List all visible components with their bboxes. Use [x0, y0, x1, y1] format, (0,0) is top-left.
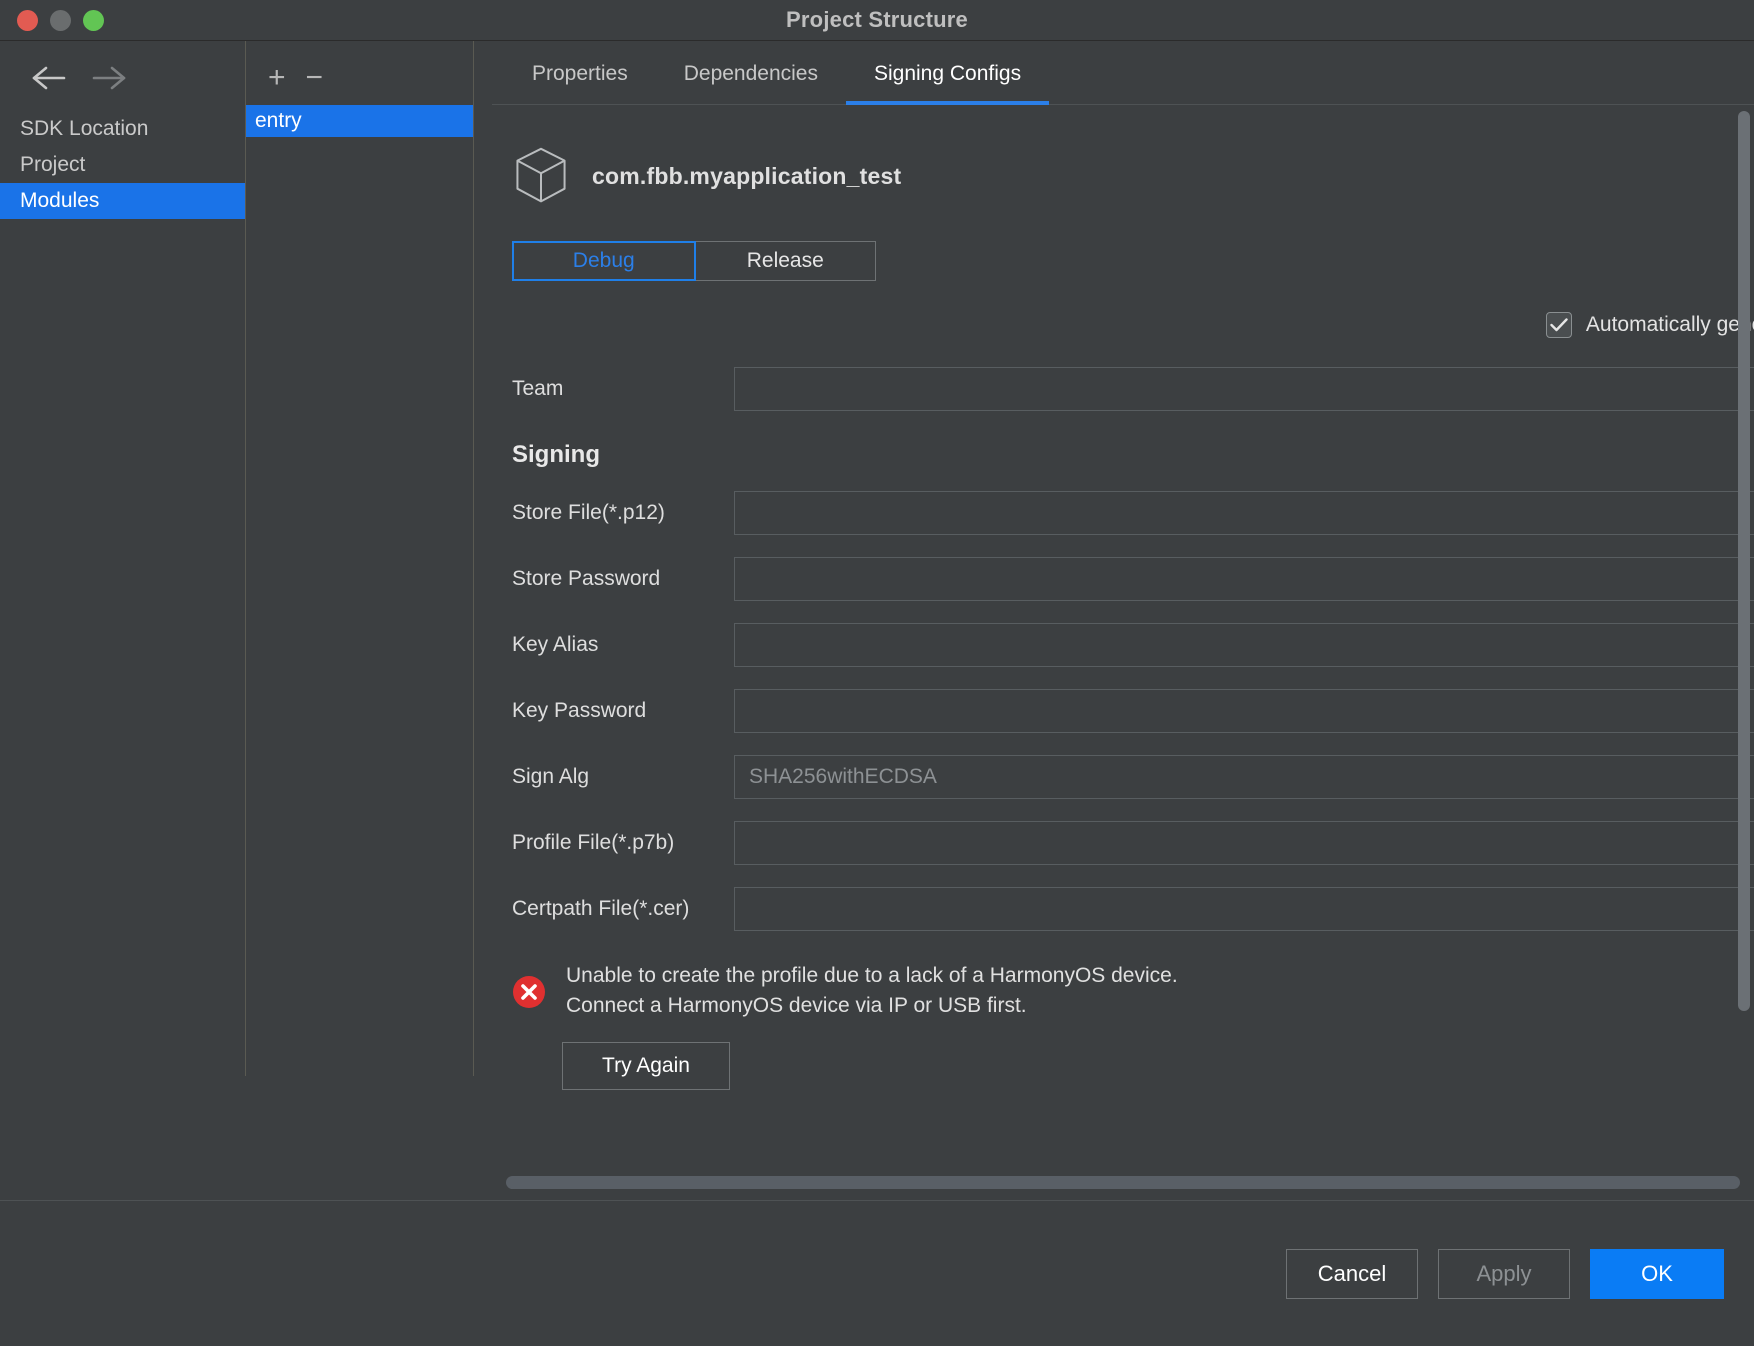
- remove-module-button[interactable]: −: [306, 63, 324, 93]
- key-password-label: Key Password: [512, 699, 647, 722]
- sidebar-item-label: Modules: [20, 189, 100, 212]
- auto-generate-checkbox[interactable]: [1545, 312, 1572, 338]
- app-identity-header: com.fbb.myapplication_test: [512, 145, 1754, 207]
- key-alias-label: Key Alias: [512, 633, 599, 656]
- sign-alg-input[interactable]: SHA256withECDSA: [734, 755, 1754, 799]
- key-password-input[interactable]: [734, 689, 1754, 733]
- tab-label: Dependencies: [683, 62, 818, 85]
- field-row-key-alias: Key Alias: [504, 623, 1754, 667]
- maximize-window-button[interactable]: [83, 9, 104, 31]
- tab-bar: Properties Dependencies Signing Configs: [492, 41, 1754, 105]
- team-input[interactable]: [734, 367, 1754, 411]
- tab-dependencies[interactable]: Dependencies: [656, 62, 846, 104]
- certpath-file-input[interactable]: [734, 887, 1754, 931]
- app-package-name: com.fbb.myapplication_test: [592, 162, 902, 189]
- key-alias-input[interactable]: [734, 623, 1754, 667]
- window-title: Project Structure: [786, 7, 968, 32]
- field-row-profile-file: Profile File(*.p7b): [504, 821, 1754, 865]
- store-file-input[interactable]: [734, 491, 1754, 535]
- error-message-text: Unable to create the profile due to a la…: [566, 961, 1178, 1022]
- cancel-label: Cancel: [1317, 1260, 1387, 1286]
- field-row-store-password: Store Password: [504, 557, 1754, 601]
- profile-file-input[interactable]: [734, 821, 1754, 865]
- ok-label: OK: [1641, 1260, 1673, 1286]
- module-toolbar: + −: [246, 55, 473, 105]
- error-circle-icon: [513, 976, 545, 1008]
- dialog-footer: Cancel Apply OK: [0, 1200, 1754, 1346]
- checkmark-icon: [1550, 318, 1568, 332]
- project-structure-dialog: Project Structure SDK Location Project M…: [0, 0, 1754, 1346]
- horizontal-scrollbar-thumb[interactable]: [506, 1175, 1740, 1189]
- store-file-label: Store File(*.p12): [512, 501, 665, 524]
- signing-configs-form: com.fbb.myapplication_test Debug Release: [492, 105, 1754, 1090]
- title-bar: Project Structure: [0, 0, 1754, 41]
- field-row-store-file: Store File(*.p12): [504, 491, 1754, 535]
- tab-label: Signing Configs: [873, 62, 1022, 85]
- build-variant-label: Debug: [572, 249, 635, 272]
- try-again-label: Try Again: [602, 1053, 690, 1077]
- field-row-certpath-file: Certpath File(*.cer): [504, 887, 1754, 931]
- try-again-button[interactable]: Try Again: [562, 1041, 730, 1090]
- certpath-file-label: Certpath File(*.cer): [512, 897, 690, 920]
- sign-alg-label: Sign Alg: [512, 765, 590, 788]
- auto-generate-row: Automatically genera: [504, 309, 1754, 341]
- cancel-button[interactable]: Cancel: [1286, 1248, 1418, 1299]
- error-message-line-1: Unable to create the profile due to a la…: [566, 964, 1178, 987]
- error-message-row: Unable to create the profile due to a la…: [512, 961, 1754, 1022]
- vertical-scrollbar[interactable]: [1738, 111, 1750, 1011]
- sidebar-item-modules[interactable]: Modules: [0, 183, 245, 219]
- content-pane: Properties Dependencies Signing Configs: [474, 41, 1754, 1200]
- navigation-pane: SDK Location Project Modules: [0, 41, 246, 1076]
- nav-history-controls: [0, 55, 245, 111]
- auto-generate-control[interactable]: Automatically genera: [1545, 312, 1754, 338]
- team-label: Team: [512, 377, 564, 400]
- signing-configs-scroll-viewport: com.fbb.myapplication_test Debug Release: [492, 105, 1754, 1164]
- window-controls: [0, 9, 104, 31]
- field-row-team: Team: [504, 367, 1754, 411]
- module-list-pane: + − entry: [246, 41, 474, 1076]
- signing-section-title: Signing: [512, 441, 600, 468]
- auto-generate-label: Automatically genera: [1585, 313, 1754, 336]
- sidebar-item-label: Project: [20, 153, 86, 176]
- error-message-line-2: Connect a HarmonyOS device via IP or USB…: [566, 994, 1027, 1018]
- horizontal-scrollbar-area: [492, 1164, 1754, 1200]
- arrow-right-icon: [92, 66, 126, 90]
- ok-button[interactable]: OK: [1590, 1248, 1724, 1299]
- field-row-sign-alg: Sign Alg SHA256withECDSA: [504, 755, 1754, 799]
- module-list-item-label: entry: [255, 109, 302, 132]
- forward-button[interactable]: [86, 61, 130, 95]
- store-password-label: Store Password: [512, 567, 661, 590]
- back-button[interactable]: [28, 61, 72, 95]
- arrow-left-icon: [32, 66, 66, 90]
- apply-label: Apply: [1476, 1260, 1532, 1286]
- build-variant-toggle: Debug Release: [512, 241, 876, 281]
- sidebar-item-sdk-location[interactable]: SDK Location: [0, 111, 245, 147]
- add-module-button[interactable]: +: [268, 63, 286, 93]
- field-row-key-password: Key Password: [504, 689, 1754, 733]
- build-variant-release[interactable]: Release: [695, 241, 876, 281]
- tab-label: Properties: [532, 62, 628, 85]
- build-variant-debug[interactable]: Debug: [512, 241, 696, 281]
- sidebar-item-project[interactable]: Project: [0, 147, 245, 183]
- cube-icon: [516, 147, 566, 203]
- close-window-button[interactable]: [17, 9, 38, 31]
- horizontal-scrollbar[interactable]: [506, 1175, 1740, 1189]
- vertical-scrollbar-thumb[interactable]: [1738, 111, 1750, 1011]
- build-variant-label: Release: [746, 249, 824, 272]
- dialog-body: SDK Location Project Modules + − entry P…: [0, 41, 1754, 1200]
- tab-signing-configs[interactable]: Signing Configs: [845, 62, 1050, 105]
- minimize-window-button[interactable]: [50, 9, 71, 31]
- tab-properties[interactable]: Properties: [504, 62, 656, 104]
- apply-button[interactable]: Apply: [1438, 1248, 1570, 1299]
- store-password-input[interactable]: [734, 557, 1754, 601]
- profile-file-label: Profile File(*.p7b): [512, 831, 675, 854]
- sidebar-item-label: SDK Location: [20, 117, 149, 140]
- module-list-item-entry[interactable]: entry: [246, 105, 473, 137]
